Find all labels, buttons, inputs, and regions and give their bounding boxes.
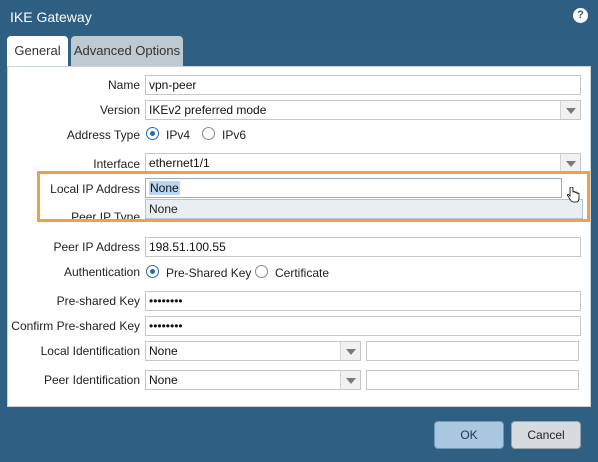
- ok-button[interactable]: OK: [434, 421, 504, 449]
- ipv6-label: IPv6: [222, 128, 247, 142]
- dialog-title: IKE Gateway: [10, 9, 92, 25]
- peer-id-value: None: [149, 373, 178, 387]
- name-input[interactable]: vpn-peer: [145, 75, 581, 95]
- help-icon[interactable]: ?: [573, 8, 588, 23]
- peer-id-label: Peer Identification: [43, 373, 140, 387]
- interface-value: ethernet1/1: [149, 156, 210, 170]
- psk-input[interactable]: ••••••••: [145, 291, 581, 311]
- interface-label: Interface: [93, 157, 140, 171]
- chevron-down-icon[interactable]: [560, 154, 580, 172]
- peer-ip-label: Peer IP Address: [53, 240, 141, 254]
- confirm-psk-input[interactable]: ••••••••: [145, 316, 581, 336]
- pre-shared-key-label: Pre-Shared Key: [166, 266, 252, 280]
- interface-select[interactable]: ethernet1/1: [145, 153, 581, 173]
- peer-id-text-input[interactable]: [366, 370, 579, 390]
- address-type-label: Address Type: [66, 128, 140, 142]
- radio-ipv6[interactable]: [202, 127, 215, 140]
- tab-advanced-options[interactable]: Advanced Options: [71, 36, 183, 66]
- tab-general[interactable]: General: [7, 36, 68, 66]
- peer-ip-input[interactable]: 198.51.100.55: [145, 237, 581, 257]
- peer-id-select[interactable]: None: [145, 370, 361, 390]
- confirm-psk-label: Confirm Pre-shared Key: [11, 319, 140, 333]
- local-id-value: None: [149, 344, 178, 358]
- psk-label: Pre-shared Key: [56, 294, 140, 308]
- local-ip-value: None: [149, 181, 180, 195]
- local-id-text-input[interactable]: [366, 341, 579, 361]
- local-ip-dropdown-option[interactable]: None: [145, 199, 583, 219]
- version-select[interactable]: IKEv2 preferred mode: [145, 100, 581, 120]
- name-label: Name: [107, 78, 140, 92]
- local-id-label: Local Identification: [40, 344, 140, 358]
- version-value: IKEv2 preferred mode: [149, 103, 267, 117]
- chevron-down-icon[interactable]: [340, 342, 360, 360]
- radio-certificate[interactable]: [255, 265, 268, 278]
- cancel-button[interactable]: Cancel: [511, 421, 581, 449]
- certificate-label: Certificate: [275, 266, 330, 280]
- radio-pre-shared-key[interactable]: [146, 265, 159, 278]
- hand-cursor-icon: [566, 187, 580, 203]
- peer-ip-type-label: Peer IP Type: [71, 210, 140, 222]
- authentication-label: Authentication: [63, 265, 140, 279]
- local-ip-select[interactable]: None: [145, 178, 562, 198]
- local-id-select[interactable]: None: [145, 341, 361, 361]
- chevron-down-icon[interactable]: [560, 101, 580, 119]
- chevron-down-icon[interactable]: [340, 371, 360, 389]
- local-ip-label: Local IP Address: [50, 182, 140, 196]
- ipv4-label: IPv4: [166, 128, 191, 142]
- radio-ipv4[interactable]: [146, 127, 159, 140]
- version-label: Version: [99, 103, 140, 117]
